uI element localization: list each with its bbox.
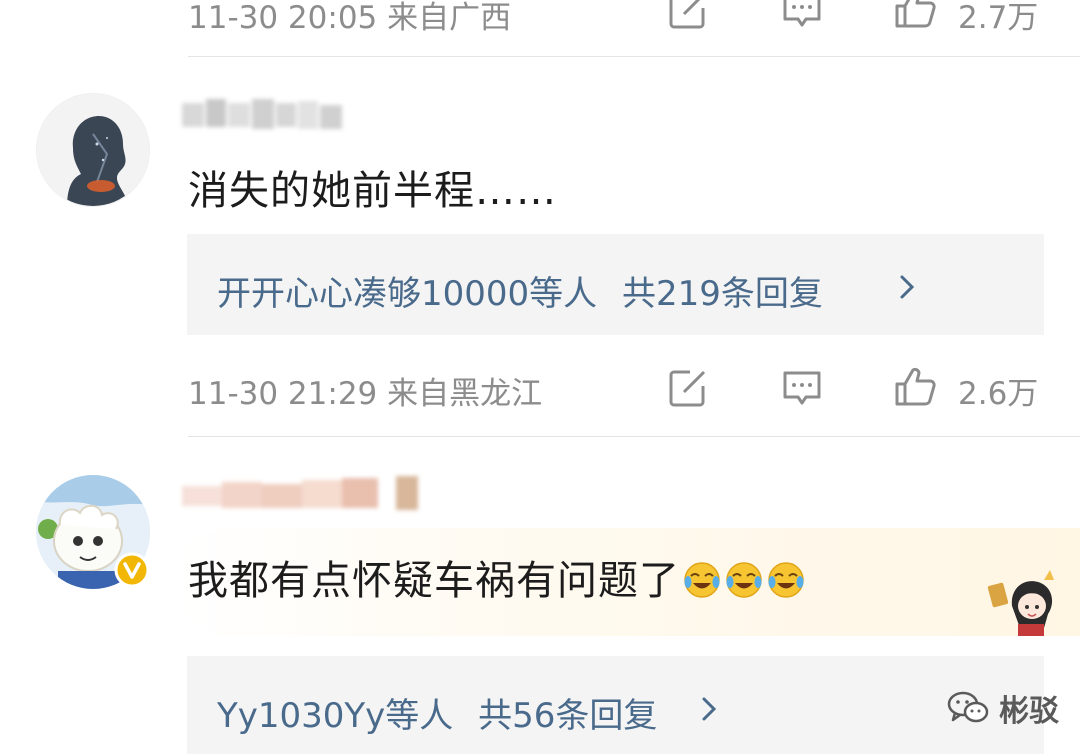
verified-badge-icon bbox=[114, 552, 150, 588]
chevron-right-icon bbox=[900, 275, 915, 299]
watermark: 彬驳 bbox=[946, 686, 1059, 730]
chevron-right-icon bbox=[702, 697, 717, 721]
reply-summary-text: Yy1030Yy等人 共56条回复 bbox=[217, 688, 657, 737]
reply-count: 共219条回复 bbox=[621, 274, 823, 314]
repost-icon[interactable] bbox=[666, 366, 710, 410]
comment-time: 11-30 21:29 bbox=[188, 376, 378, 412]
reply-summary[interactable]: Yy1030Yy等人 共56条回复 bbox=[187, 656, 1044, 754]
top-location: 来自广西 bbox=[387, 0, 512, 36]
reply-names: 开开心心凑够10000等人 bbox=[217, 274, 598, 314]
comment-text: 我都有点怀疑车祸有问题了 bbox=[188, 548, 806, 606]
like-count: 2.6万 bbox=[958, 376, 1039, 412]
timestamp: 11-30 21:29 来自黑龙江 bbox=[188, 368, 542, 413]
top-meta-row: 11-30 20:05 来自广西 2.7万 bbox=[0, 0, 1080, 38]
wechat-icon bbox=[947, 691, 989, 723]
reply-count: 共56条回复 bbox=[478, 696, 658, 736]
top-timestamp: 11-30 20:05 来自广西 bbox=[188, 0, 511, 37]
divider bbox=[188, 56, 1080, 57]
avatar-silhouette-image bbox=[37, 94, 149, 206]
divider bbox=[188, 436, 1080, 437]
comment-text: 消失的她前半程…… bbox=[188, 168, 557, 214]
laugh-cry-emoji bbox=[684, 562, 720, 598]
like-icon[interactable] bbox=[893, 364, 937, 408]
anime-sticker-decoration bbox=[987, 570, 1054, 636]
top-like-count: 2.7万 bbox=[958, 0, 1039, 36]
like-icon[interactable] bbox=[893, 0, 937, 30]
username-blurred[interactable] bbox=[182, 97, 362, 135]
laugh-cry-emoji bbox=[726, 562, 762, 598]
repost-icon[interactable] bbox=[666, 0, 710, 32]
comment-meta-row: 11-30 21:29 来自黑龙江 2.6万 bbox=[0, 358, 1080, 418]
comment-text-content: 我都有点怀疑车祸有问题了 bbox=[188, 558, 680, 604]
top-time: 11-30 20:05 bbox=[188, 0, 378, 36]
reply-names: Yy1030Yy等人 bbox=[217, 696, 454, 736]
watermark-text: 彬驳 bbox=[999, 694, 1060, 729]
username-blurred[interactable] bbox=[182, 474, 442, 514]
reply-summary-text: 开开心心凑够10000等人 共219条回复 bbox=[217, 266, 823, 315]
comment-icon[interactable] bbox=[780, 0, 824, 32]
reply-summary[interactable]: 开开心心凑够10000等人 共219条回复 bbox=[187, 234, 1044, 335]
comment-location: 来自黑龙江 bbox=[387, 376, 543, 412]
comment-icon[interactable] bbox=[780, 366, 824, 410]
avatar[interactable] bbox=[36, 93, 150, 207]
laugh-cry-emoji bbox=[768, 562, 804, 598]
